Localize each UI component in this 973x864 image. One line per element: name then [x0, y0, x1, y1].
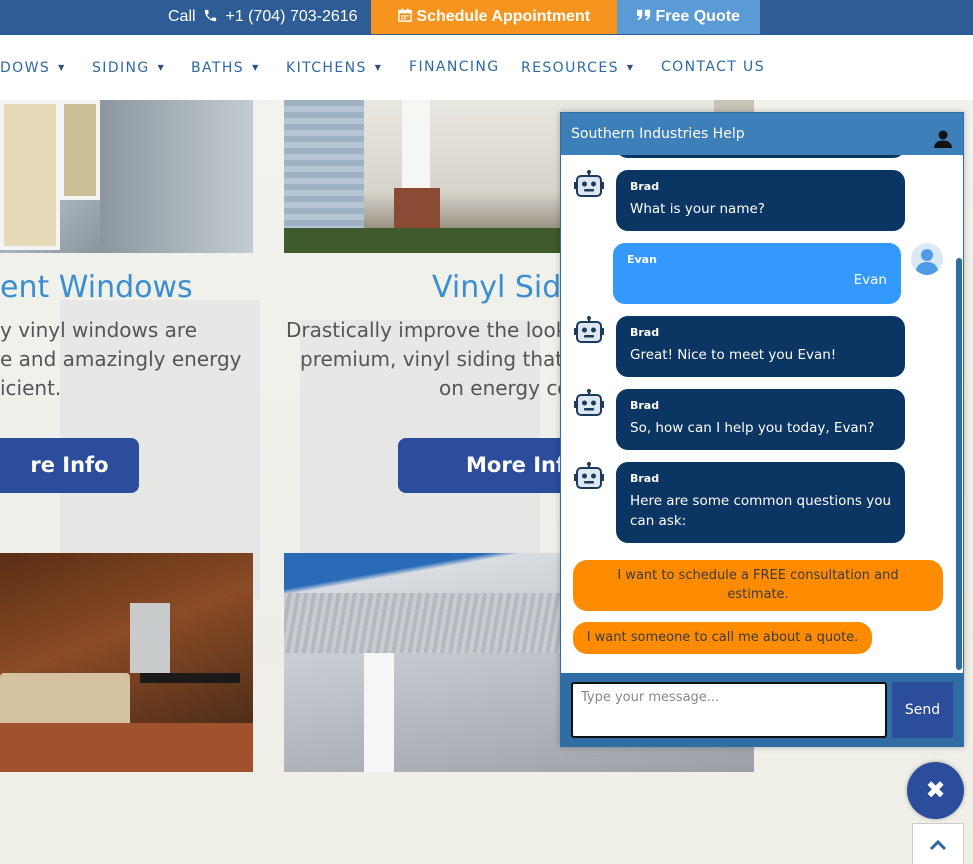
chat-header: Southern Industries Help	[561, 113, 963, 155]
chat-input-area: Send	[561, 673, 963, 746]
card-title-windows: ent Windows	[0, 270, 193, 305]
card-title-siding: Vinyl Sid	[432, 270, 562, 305]
nav-item-siding[interactable]: SIDING ▼	[92, 35, 165, 100]
nav-label: SIDING	[92, 60, 150, 76]
message-text: Great! Nice to meet you Evan!	[630, 347, 837, 363]
send-button[interactable]: Send	[892, 682, 953, 738]
close-icon: ✖	[925, 776, 946, 804]
card-text-line: e and amazingly energy	[0, 347, 242, 371]
card-text-windows: y vinyl windows are e and amazingly ener…	[0, 316, 242, 403]
bot-message: Brad Great! Nice to meet you Evan!	[616, 316, 905, 377]
quick-reply-consultation[interactable]: I want to schedule a FREE consultation a…	[573, 560, 943, 611]
phone-icon	[203, 0, 218, 34]
caret-down-icon: ▼	[58, 63, 66, 72]
nav-item-resources[interactable]: RESOURCES ▼	[521, 35, 634, 100]
chat-message-input[interactable]	[571, 682, 887, 738]
caret-down-icon: ▼	[374, 63, 383, 72]
sender-name: Evan	[627, 253, 657, 266]
top-bar: Call +1 (704) 703-2616 Schedule Appointm…	[0, 0, 973, 35]
caret-down-icon: ▼	[252, 63, 260, 72]
nav-item-windows[interactable]: DOWS ▼	[0, 35, 66, 100]
quick-reply-label: I want to schedule a FREE consultation a…	[617, 568, 899, 602]
sender-name: Brad	[630, 326, 660, 339]
robot-icon	[573, 388, 605, 420]
caret-down-icon: ▼	[157, 63, 166, 72]
siding-more-info-button[interactable]: More Inf	[398, 438, 568, 493]
message-text: Here are some common questions you can a…	[630, 493, 892, 529]
user-message: Evan Evan	[613, 243, 901, 304]
user-avatar-icon	[911, 243, 943, 275]
quick-reply-label: I want someone to call me about a quote.	[586, 630, 859, 645]
previous-message	[616, 155, 905, 158]
bot-message: Brad Here are some common questions you …	[616, 462, 905, 543]
windows-more-info-button[interactable]: re Info	[0, 438, 139, 493]
nav-label: RESOURCES	[521, 60, 619, 76]
quote-icon	[637, 8, 655, 25]
robot-icon	[573, 315, 605, 347]
message-text: Evan	[853, 272, 887, 288]
close-chat-button[interactable]: ✖	[907, 762, 964, 819]
caret-down-icon: ▼	[626, 63, 635, 72]
card-text-line: icient.	[0, 376, 62, 400]
nav-label: KITCHENS	[286, 60, 367, 76]
phone-number: +1 (704) 703-2616	[225, 8, 358, 25]
button-label: More Inf	[466, 453, 566, 477]
chat-widget: Southern Industries Help Brad What is yo…	[560, 112, 964, 747]
button-label: re Info	[30, 453, 109, 477]
main-nav: DOWS ▼ SIDING ▼ BATHS ▼ KITCHENS ▼ FINANCING…	[0, 35, 973, 100]
kitchen-image	[0, 553, 253, 772]
nav-label: DOWS	[0, 60, 51, 76]
chat-scrollbar[interactable]	[956, 258, 962, 670]
person-icon[interactable]	[933, 124, 953, 148]
nav-label: CONTACT US	[661, 59, 765, 75]
bot-message: Brad So, how can I help you today, Evan?	[616, 389, 905, 450]
quick-reply-call-me[interactable]: I want someone to call me about a quote.	[573, 622, 872, 654]
nav-item-baths[interactable]: BATHS ▼	[191, 35, 260, 100]
calendar-icon	[398, 8, 416, 25]
chevron-up-icon	[929, 836, 947, 855]
nav-item-financing[interactable]: FINANCING	[409, 35, 500, 100]
message-text: So, how can I help you today, Evan?	[630, 420, 875, 436]
call-link[interactable]: Call +1 (704) 703-2616	[168, 0, 358, 34]
chat-title: Southern Industries Help	[571, 126, 745, 142]
card-text-line: y vinyl windows are	[0, 318, 198, 342]
free-quote-button[interactable]: Free Quote	[617, 0, 760, 34]
message-text: What is your name?	[630, 201, 765, 217]
chat-messages[interactable]: Brad What is your name? Evan Evan Brad G…	[561, 155, 963, 673]
sender-name: Brad	[630, 399, 660, 412]
robot-icon	[573, 169, 605, 201]
scroll-to-top-button[interactable]	[912, 823, 964, 864]
bot-message: Brad What is your name?	[616, 170, 905, 231]
nav-label: BATHS	[191, 60, 245, 76]
call-label: Call	[168, 8, 196, 25]
sender-name: Brad	[630, 472, 660, 485]
robot-icon	[573, 461, 605, 493]
schedule-appointment-button[interactable]: Schedule Appointment	[371, 0, 617, 34]
nav-item-contact-us[interactable]: CONTACT US	[661, 35, 765, 100]
free-quote-label: Free Quote	[655, 8, 740, 25]
nav-label: FINANCING	[409, 59, 500, 75]
windows-image	[0, 100, 253, 253]
sender-name: Brad	[630, 180, 660, 193]
schedule-label: Schedule Appointment	[416, 8, 591, 25]
nav-item-kitchens[interactable]: KITCHENS ▼	[286, 35, 382, 100]
